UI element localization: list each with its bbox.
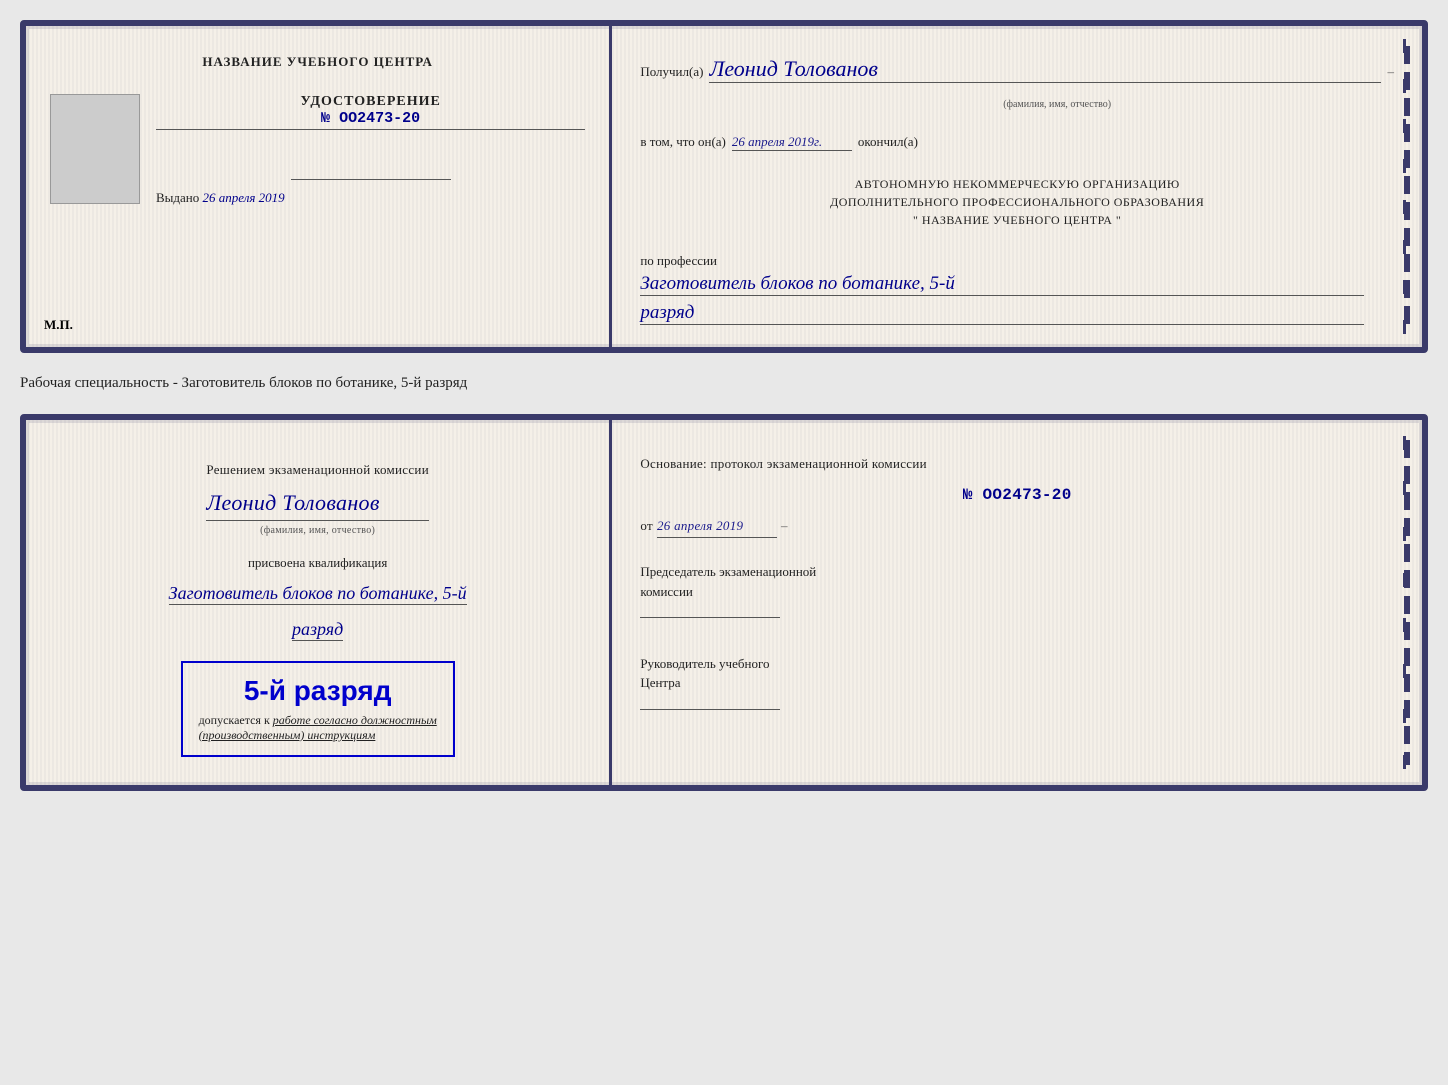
predsedatel-line1: Председатель экзаменационной <box>640 562 1394 582</box>
edge-dash-3 <box>1403 119 1406 133</box>
edge-dash-b7 <box>1403 709 1406 723</box>
rukovoditel-line1: Руководитель учебного <box>640 654 1394 674</box>
po-professii-label: по профессии <box>640 253 717 268</box>
name-handwritten-top: Леонид Толованов <box>709 56 1381 83</box>
razryad-handwritten-bottom: разряд <box>292 619 343 641</box>
edge-dash-7 <box>1403 280 1406 294</box>
udostoverenie-block: УДОСТОВЕРЕНИЕ № OO2473-20 <box>156 94 585 130</box>
edge-dash-b1 <box>1403 436 1406 450</box>
v-tom-label: в том, что он(а) <box>640 134 726 150</box>
top-center-title: НАЗВАНИЕ УЧЕБНОГО ЦЕНТРА <box>202 54 433 70</box>
highlight-box: 5-й разряд допускается к работе согласно… <box>181 661 455 757</box>
signature-line-top <box>291 150 451 180</box>
resheniem-label: Решением экзаменационной комиссии <box>206 460 429 481</box>
document-container: НАЗВАНИЕ УЧЕБНОГО ЦЕНТРА УДОСТОВЕРЕНИЕ №… <box>20 20 1428 791</box>
edge-dash-b4 <box>1403 573 1406 587</box>
edge-dash-b8 <box>1403 755 1406 769</box>
vydano-label: Выдано <box>156 190 199 205</box>
predsedatel-sig-line <box>640 617 780 618</box>
prisvoena-label: присвоена квалификация <box>248 555 387 571</box>
dopuskaetsya-italic: работе согласно должностным <box>273 713 437 727</box>
profession-handwritten-bottom: Заготовитель блоков по ботанике, 5-й <box>169 583 467 605</box>
edge-dash-b5 <box>1403 618 1406 632</box>
edge-dash-b6 <box>1403 664 1406 678</box>
dopuskaetsya-prefix: допускается к <box>199 713 270 727</box>
okonchil-label: окончил(а) <box>858 134 918 150</box>
udostoverenie-title: УДОСТОВЕРЕНИЕ <box>156 94 585 110</box>
ot-date: 26 апреля 2019 <box>657 516 777 538</box>
specialty-label: Рабочая специальность - Заготовитель бло… <box>20 371 1428 396</box>
protocol-number: № OO2473-20 <box>640 483 1394 509</box>
predsedatel-line2: комиссии <box>640 582 1394 602</box>
avtonom-line3: " НАЗВАНИЕ УЧЕБНОГО ЦЕНТРА " <box>640 211 1394 229</box>
poluchil-row: Получил(а) Леонид Толованов – <box>640 56 1394 83</box>
poluchil-label: Получил(а) <box>640 64 703 80</box>
bottom-card: Решением экзаменационной комиссии Леонид… <box>20 414 1428 791</box>
dopuskaetsya-text: допускается к работе согласно должностны… <box>199 713 437 743</box>
edge-dash-8 <box>1403 320 1406 334</box>
dopuskaetsya-italic2: (производственным) инструкциям <box>199 728 376 742</box>
highlight-number: 5-й разряд <box>199 675 437 707</box>
edge-dash-1 <box>1403 39 1406 53</box>
top-card: НАЗВАНИЕ УЧЕБНОГО ЦЕНТРА УДОСТОВЕРЕНИЕ №… <box>20 20 1428 353</box>
ot-label: от <box>640 516 653 537</box>
edge-dash-2 <box>1403 79 1406 93</box>
edge-dash-b3 <box>1403 527 1406 541</box>
resheniem-block: Решением экзаменационной комиссии Леонид… <box>206 460 429 539</box>
osnovanie-block: Основание: протокол экзаменационной коми… <box>640 454 1394 538</box>
bottom-card-right: Основание: протокол экзаменационной коми… <box>612 420 1422 785</box>
vydano-date: 26 апреля 2019 <box>203 190 285 205</box>
rukovoditel-block: Руководитель учебного Центра <box>640 654 1394 716</box>
ot-dash: – <box>781 516 788 537</box>
prisvoena-block: присвоена квалификация <box>248 555 387 571</box>
rukovoditel-sig-line <box>640 709 780 710</box>
name-handwritten-bottom: Леонид Толованов <box>206 485 429 521</box>
edge-dash-6 <box>1403 240 1406 254</box>
profession-handwritten-top: Заготовитель блоков по ботанике, 5-й <box>640 273 1364 296</box>
osnovanie-label: Основание: протокол экзаменационной коми… <box>640 454 1394 475</box>
edge-dash-b2 <box>1403 481 1406 495</box>
v-tom-row: в том, что он(а) 26 апреля 2019г. окончи… <box>640 134 1394 151</box>
top-card-right: Получил(а) Леонид Толованов – (фамилия, … <box>612 26 1422 347</box>
right-edge-decoration <box>1396 26 1414 347</box>
fio-sublabel-top: (фамилия, имя, отчество) <box>720 99 1394 110</box>
right-edge-decoration-bottom <box>1396 420 1414 785</box>
po-professii-block: по профессии Заготовитель блоков по бота… <box>640 253 1394 325</box>
bottom-card-left: Решением экзаменационной комиссии Леонид… <box>26 420 612 785</box>
ot-date-row: от 26 апреля 2019 – <box>640 516 1394 538</box>
udostoverenie-number: № OO2473-20 <box>156 110 585 130</box>
vydano-line: Выдано 26 апреля 2019 <box>156 190 585 206</box>
avtonom-line2: ДОПОЛНИТЕЛЬНОГО ПРОФЕССИОНАЛЬНОГО ОБРАЗО… <box>640 193 1394 211</box>
photo-placeholder <box>50 94 140 204</box>
avtonom-line1: АВТОНОМНУЮ НЕКОММЕРЧЕСКУЮ ОРГАНИЗАЦИЮ <box>640 175 1394 193</box>
fio-sublabel-bottom: (фамилия, имя, отчество) <box>206 523 429 539</box>
avtonom-block: АВТОНОМНУЮ НЕКОММЕРЧЕСКУЮ ОРГАНИЗАЦИЮ ДО… <box>640 175 1394 229</box>
top-card-left: НАЗВАНИЕ УЧЕБНОГО ЦЕНТРА УДОСТОВЕРЕНИЕ №… <box>26 26 612 347</box>
predsedatel-block: Председатель экзаменационной комиссии <box>640 562 1394 624</box>
rukovoditel-line2: Центра <box>640 673 1394 693</box>
razryad-handwritten-top: разряд <box>640 302 1364 325</box>
date-handwritten-top: 26 апреля 2019г. <box>732 134 852 151</box>
mp-label: М.П. <box>44 317 73 333</box>
edge-dash-4 <box>1403 159 1406 173</box>
dash-right: – <box>1387 64 1394 80</box>
edge-dash-5 <box>1403 200 1406 214</box>
